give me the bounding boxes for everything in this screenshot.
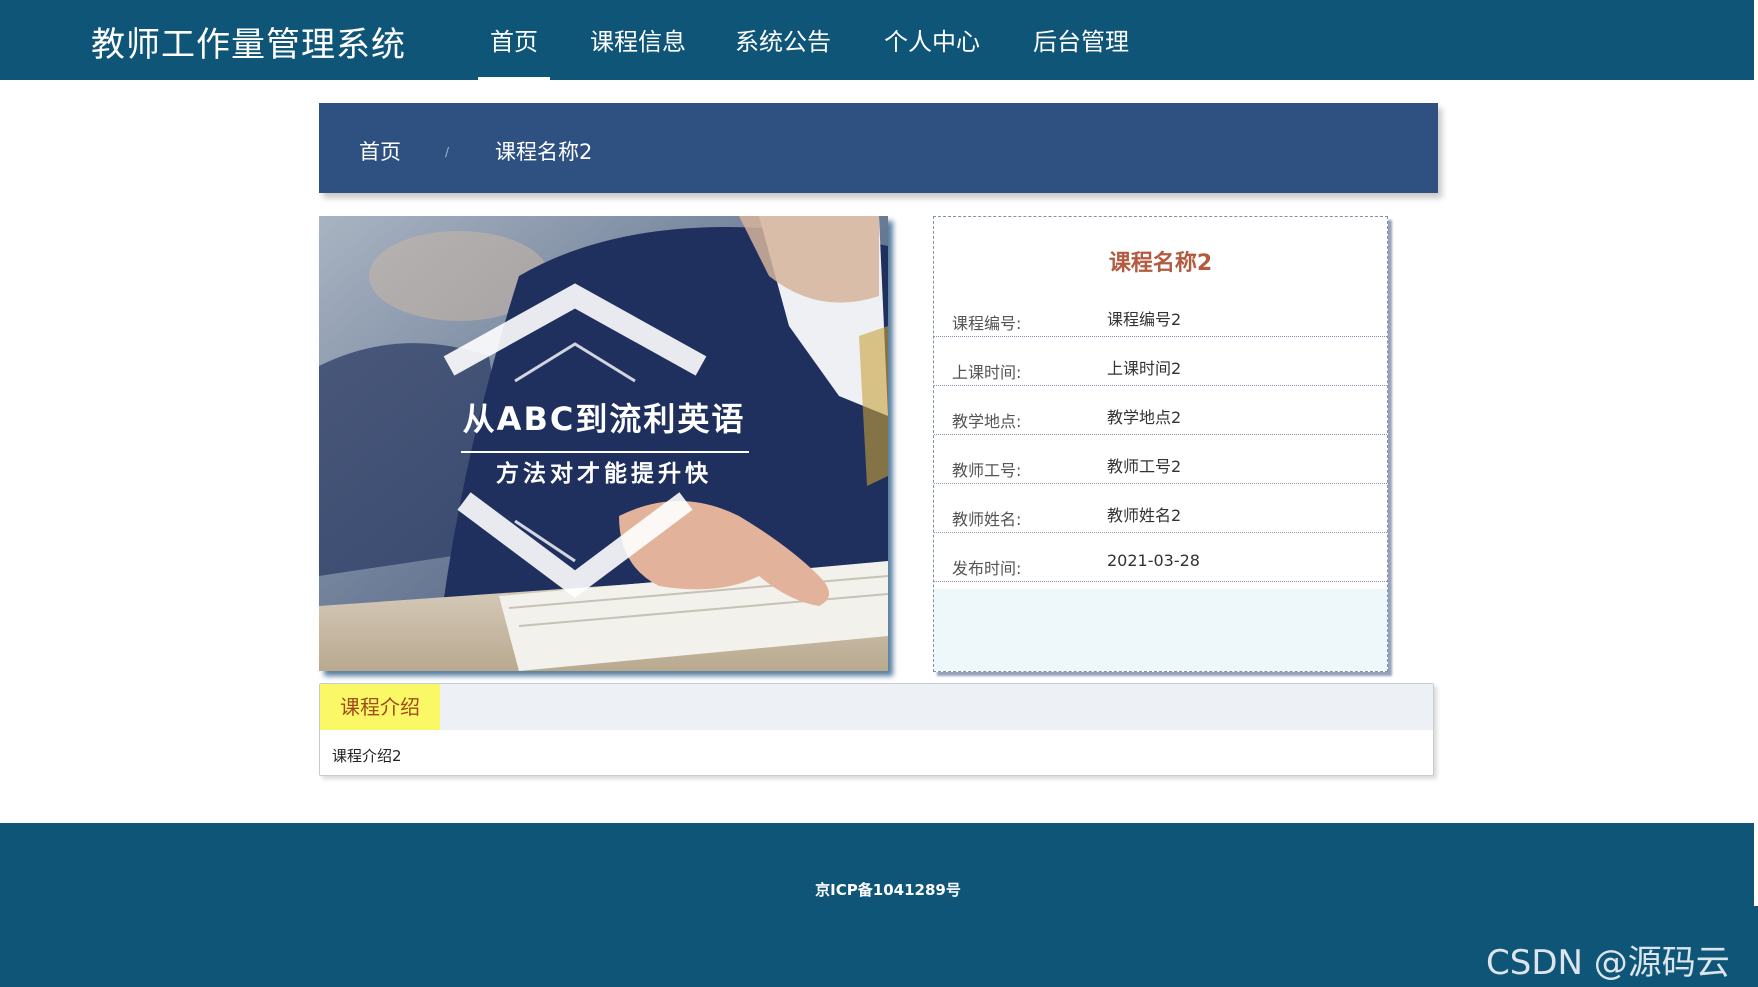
breadcrumb-home-link[interactable]: 首页 (359, 136, 401, 166)
info-value: 2021-03-28 (1107, 551, 1200, 570)
info-label: 发布时间: (952, 559, 1022, 578)
info-row-course-code: 课程编号: 课程编号2 (934, 288, 1387, 337)
breadcrumb: 首页 / 课程名称2 (319, 103, 1438, 193)
nav-admin[interactable]: 后台管理 (1028, 22, 1134, 80)
course-title: 课程名称2 (1108, 251, 1213, 276)
site-title[interactable]: 教师工作量管理系统 (91, 17, 406, 66)
breadcrumb-separator: / (445, 145, 450, 159)
course-info-card: 课程名称2 课程编号: 课程编号2 上课时间: 上课时间2 教学地点: 教学地点… (933, 216, 1388, 672)
info-value: 教师工号2 (1107, 457, 1182, 476)
intro-tab-bar: 课程介绍 (320, 684, 1433, 730)
nav-announcements[interactable]: 系统公告 (730, 22, 836, 80)
nav-home[interactable]: 首页 (478, 22, 550, 80)
info-value: 上课时间2 (1107, 359, 1182, 378)
course-intro-panel: 课程介绍 课程介绍2 (319, 683, 1434, 776)
watermark: CSDN @源码云商 (1486, 943, 1730, 983)
info-row-location: 教学地点: 教学地点2 (934, 386, 1387, 435)
nav-course-info[interactable]: 课程信息 (585, 22, 691, 80)
course-image: 从ABC到流利英语 方法对才能提升快 (319, 216, 888, 671)
top-navbar: 教师工作量管理系统 首页 课程信息 系统公告 个人中心 后台管理 (0, 0, 1754, 80)
info-row-teacher-name: 教师姓名: 教师姓名2 (934, 484, 1387, 533)
info-label: 上课时间: (952, 363, 1022, 382)
nav-personal-center[interactable]: 个人中心 (879, 22, 985, 80)
info-label: 教师工号: (952, 461, 1022, 480)
icp-record-link[interactable]: 京ICP备1041289号 (0, 879, 1758, 900)
course-intro-text: 课程介绍2 (332, 747, 402, 765)
info-card-footer-area (934, 589, 1387, 671)
info-label: 教学地点: (952, 412, 1022, 431)
breadcrumb-current: 课程名称2 (495, 140, 593, 164)
image-subheadline: 方法对才能提升快 (496, 460, 712, 487)
info-value: 课程编号2 (1107, 310, 1182, 329)
tab-course-intro[interactable]: 课程介绍 (320, 684, 440, 730)
info-label: 教师姓名: (952, 510, 1022, 529)
info-value: 教师姓名2 (1107, 506, 1182, 525)
info-row-publish-date: 发布时间: 2021-03-28 (934, 533, 1387, 582)
info-row-teacher-id: 教师工号: 教师工号2 (934, 435, 1387, 484)
info-label: 课程编号: (952, 314, 1022, 333)
info-value: 教学地点2 (1107, 408, 1182, 427)
info-row-class-time: 上课时间: 上课时间2 (934, 337, 1387, 386)
image-headline: 从ABC到流利英语 (463, 400, 746, 438)
